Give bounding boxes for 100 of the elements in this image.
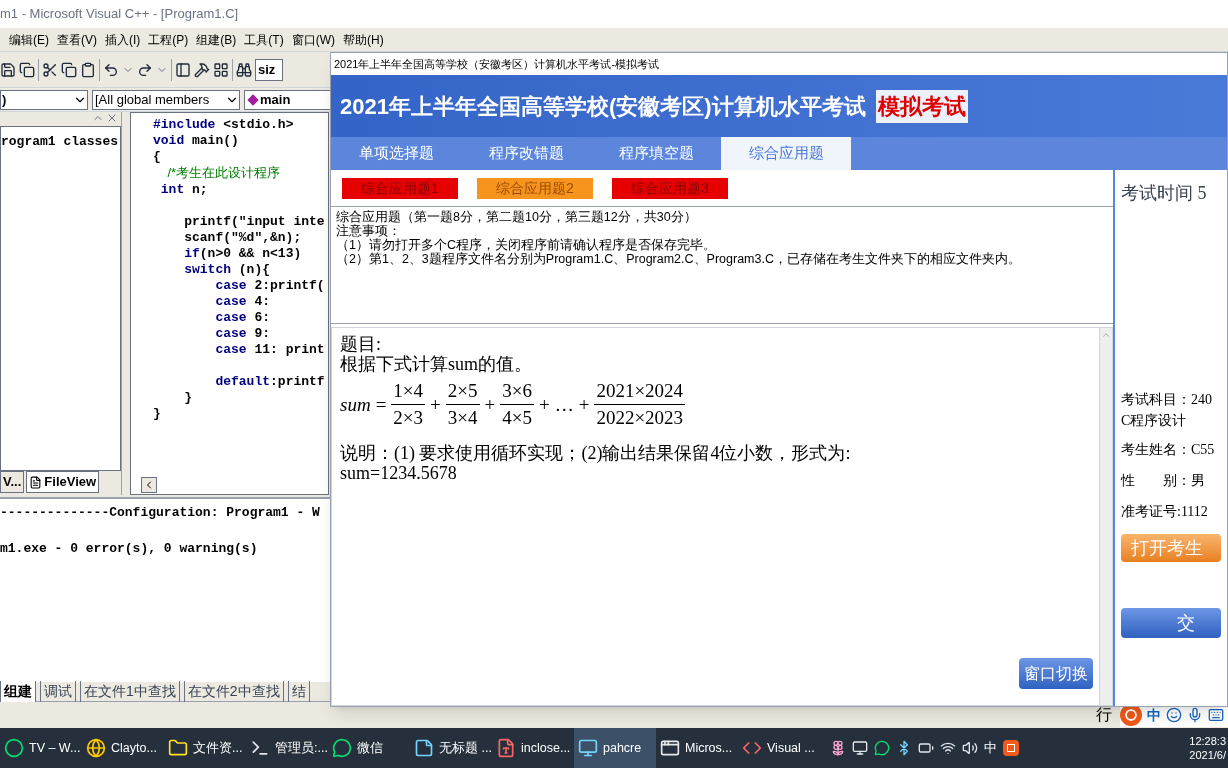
output-tab[interactable]: 结 — [287, 681, 310, 702]
menu-item[interactable]: 插入(I) — [105, 30, 141, 49]
menu-item[interactable]: 工程(P) — [148, 30, 189, 49]
output-tab[interactable]: 调试 — [40, 681, 76, 702]
fraction-denominator: 2022×2023 — [595, 406, 685, 430]
menu-item[interactable]: 查看(V) — [57, 30, 97, 49]
find-icon[interactable] — [236, 61, 252, 78]
fraction-denominator: 4×5 — [501, 406, 533, 430]
taskbar-item[interactable]: 管理员:... — [246, 728, 328, 768]
paste-icon[interactable] — [80, 61, 96, 78]
panel-tab[interactable]: V... — [0, 471, 25, 493]
windows-icon[interactable] — [213, 61, 229, 78]
taskbar-item[interactable]: 微信 — [328, 728, 410, 768]
notice-text: （2）第1、2、3题程序文件名分别为Program1.C、Program2.C、Program3.C，已存储在考生文件夹下的相应文件夹内。 — [336, 252, 1022, 266]
taskbar-item[interactable]: TV – W... — [0, 728, 82, 768]
battery-icon[interactable] — [918, 740, 934, 756]
exam-tab[interactable]: 程序填空题 — [591, 137, 721, 170]
submit-button[interactable]: 交 — [1121, 608, 1221, 638]
members-combo[interactable]: [All global members — [92, 89, 240, 110]
taskbar-item[interactable]: Visual ... — [738, 728, 820, 768]
window-icon — [660, 738, 680, 758]
smile-icon[interactable] — [1166, 707, 1182, 723]
window-title: m1 - Microsoft Visual C++ - [Program1.C] — [0, 5, 239, 24]
scope-combo[interactable]: ) — [0, 89, 88, 110]
code-line: scanf("%d",&n); — [183, 230, 303, 246]
notepad-icon — [414, 738, 434, 758]
globe-icon — [86, 738, 106, 758]
taskbar-item[interactable]: 无标题 ... — [410, 728, 492, 768]
input-language[interactable]: 中 — [984, 738, 997, 758]
taskbar-item[interactable]: inclose... — [492, 728, 574, 768]
wifi-icon[interactable] — [940, 740, 956, 756]
cut-icon[interactable] — [42, 61, 58, 78]
clock-time[interactable]: 12:28:3 — [1189, 734, 1226, 748]
scrollbar[interactable] — [1099, 328, 1112, 705]
menu-item[interactable]: 帮助(H) — [343, 30, 384, 49]
undo-icon[interactable] — [103, 61, 119, 78]
code-editor[interactable]: #include <stdio.h> void main() { /*考生在此设计程序 int n; printf("input inte scanf("%d",&n); if(n>0 && n<13) switch (n){ case 2:printf( case 4: case 6: case 9: case 11: print default:printf } } — [130, 112, 329, 495]
timer-label: 考试时间 5 — [1121, 182, 1208, 205]
code-line: #include <stdio.h> — [153, 117, 295, 133]
info-text: 性 别：男 — [1121, 472, 1206, 490]
menu-item[interactable]: 窗口(W) — [291, 30, 335, 49]
formula-operator: … — [554, 394, 574, 415]
code-line: void main() — [153, 133, 240, 149]
formula-variable: sum — [340, 394, 371, 415]
exam-tab[interactable]: 单项选择题 — [331, 137, 461, 170]
workspace-icon[interactable] — [175, 61, 191, 78]
fraction-numerator: 3×6 — [500, 378, 534, 405]
status-text: 行 — [1096, 705, 1112, 725]
scrollbar-left-button[interactable] — [141, 477, 157, 493]
code-line: int n; — [159, 182, 209, 198]
mic-icon[interactable] — [1187, 707, 1203, 723]
close-icon[interactable] — [106, 112, 118, 124]
clock-date[interactable]: 2021/6/ — [1189, 748, 1226, 762]
ring-icon — [4, 738, 24, 758]
find-field[interactable]: siz — [255, 58, 283, 81]
code-line: /*考生在此设计程序 — [166, 165, 282, 182]
taskbar-item[interactable]: pahcre — [574, 728, 656, 768]
folder-icon — [168, 738, 188, 758]
info-text: 考生姓名：C55 — [1121, 441, 1216, 459]
monitor-icon[interactable] — [852, 740, 868, 756]
output-tab[interactable]: 在文件2中查找 — [183, 681, 284, 702]
save-icon[interactable] — [0, 61, 16, 78]
menu-item[interactable]: 组建(B) — [196, 30, 237, 49]
taskbar-item[interactable]: Micros... — [656, 728, 738, 768]
volume-icon[interactable] — [962, 740, 978, 756]
document-icon — [496, 738, 516, 758]
taskbar-item[interactable]: 文件资... — [164, 728, 246, 768]
remark-text: 说明：(1) 要求使用循环实现；(2)输出结果保留4位小数，形式为: — [340, 443, 852, 463]
terminal-icon — [250, 738, 270, 758]
redo-icon[interactable] — [137, 61, 153, 78]
save-all-icon[interactable] — [19, 61, 35, 78]
formula-operator: + — [484, 394, 496, 415]
fraction-numerator: 2×5 — [445, 378, 480, 405]
menu-item[interactable]: 编辑(E) — [9, 30, 49, 49]
code-line: switch (n){ — [183, 262, 272, 278]
ime-mode[interactable]: 中 — [1147, 704, 1161, 726]
code-line: case 11: print — [214, 342, 326, 358]
code-line: case 6: — [214, 310, 272, 326]
keyboard-icon[interactable] — [1208, 707, 1224, 723]
window-switch-button[interactable]: 窗口切换 — [1019, 658, 1093, 689]
code-line: case 9: — [214, 326, 272, 342]
code-line: } — [153, 406, 162, 422]
info-text: 准考证号:1112 — [1121, 503, 1209, 521]
output-tab[interactable]: 在文件1中查找 — [80, 681, 180, 702]
panel-tab[interactable]: FileView — [26, 471, 100, 493]
exam-tab[interactable]: 程序改错题 — [461, 137, 591, 170]
taskbar-item[interactable]: Clayto... — [82, 728, 164, 768]
exam-heading: 2021年上半年全国高等学校(安徽考区)计算机水平考试 — [340, 92, 866, 121]
fraction-numerator: 1×4 — [391, 378, 426, 405]
exam-tab[interactable]: 综合应用题 — [721, 137, 851, 170]
menu-item[interactable]: 工具(T) — [244, 30, 284, 49]
copy-icon[interactable] — [61, 61, 77, 78]
tree-item[interactable]: rogram1 classes — [1, 134, 119, 149]
flower-icon[interactable] — [830, 740, 846, 756]
hammer-icon[interactable] — [194, 61, 210, 78]
formula-operator: + — [538, 394, 550, 415]
scroll-up-icon — [1101, 330, 1111, 340]
info-text: 考试科目：240 — [1121, 391, 1213, 409]
chat-icon[interactable] — [874, 740, 890, 756]
output-tab[interactable]: 组建 — [0, 681, 36, 702]
